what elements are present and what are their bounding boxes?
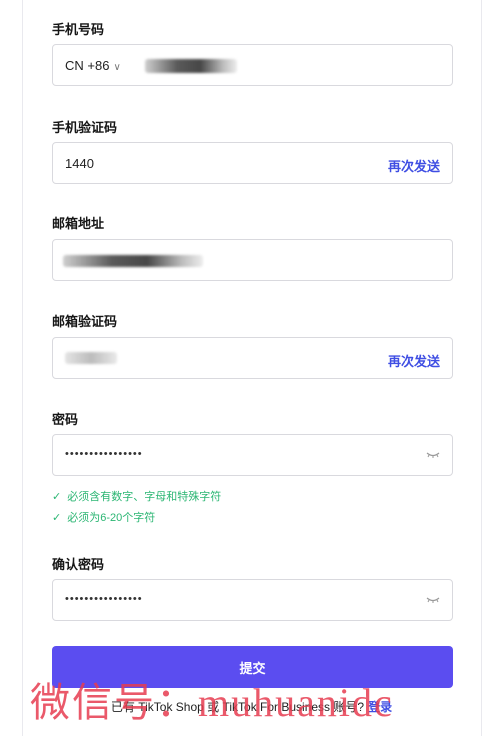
- submit-button[interactable]: 提交: [52, 646, 453, 688]
- login-link[interactable]: 登录: [368, 700, 392, 714]
- phone-code-label: 手机验证码: [52, 120, 118, 135]
- country-code-value: CN +86: [65, 58, 110, 73]
- check-icon: ✓: [52, 512, 62, 524]
- country-code-select[interactable]: CN +86 ∨: [65, 58, 121, 73]
- footer-text: 已有 TikTok Shop 或 TikTok For Business 账号?: [110, 700, 365, 714]
- footer: 已有 TikTok Shop 或 TikTok For Business 账号?…: [0, 698, 503, 715]
- confirm-password-field[interactable]: ••••••••••••••••: [52, 579, 453, 621]
- password-field[interactable]: ••••••••••••••••: [52, 434, 453, 476]
- phone-code-field[interactable]: 1440 再次发送: [52, 142, 453, 184]
- phone-field[interactable]: CN +86 ∨: [52, 44, 453, 86]
- chevron-down-icon: ∨: [113, 62, 121, 73]
- check-icon: ✓: [52, 491, 62, 503]
- phone-label: 手机号码: [52, 22, 105, 37]
- confirm-password-label: 确认密码: [52, 557, 105, 572]
- password-label: 密码: [52, 412, 79, 427]
- confirm-password-value: ••••••••••••••••: [65, 593, 143, 605]
- email-code-resend-button[interactable]: 再次发送: [388, 351, 440, 370]
- phone-code-resend-button[interactable]: 再次发送: [388, 156, 440, 175]
- password-value: ••••••••••••••••: [65, 448, 143, 460]
- email-code-label: 邮箱验证码: [52, 314, 118, 329]
- password-rule: ✓ 必须含有数字、字母和特殊字符: [52, 488, 221, 504]
- eye-closed-icon[interactable]: [426, 450, 440, 460]
- email-label: 邮箱地址: [52, 216, 105, 231]
- redacted-phone-number: [145, 59, 237, 73]
- redacted-email-code: [65, 352, 117, 364]
- email-code-field[interactable]: 再次发送: [52, 337, 453, 379]
- email-field[interactable]: [52, 239, 453, 281]
- password-rule-text: 必须含有数字、字母和特殊字符: [67, 491, 222, 503]
- redacted-email: [63, 255, 203, 267]
- password-rule-text: 必须为6-20个字符: [67, 512, 156, 524]
- password-rule: ✓ 必须为6-20个字符: [52, 509, 155, 525]
- phone-code-value: 1440: [65, 156, 94, 171]
- eye-closed-icon[interactable]: [426, 595, 440, 605]
